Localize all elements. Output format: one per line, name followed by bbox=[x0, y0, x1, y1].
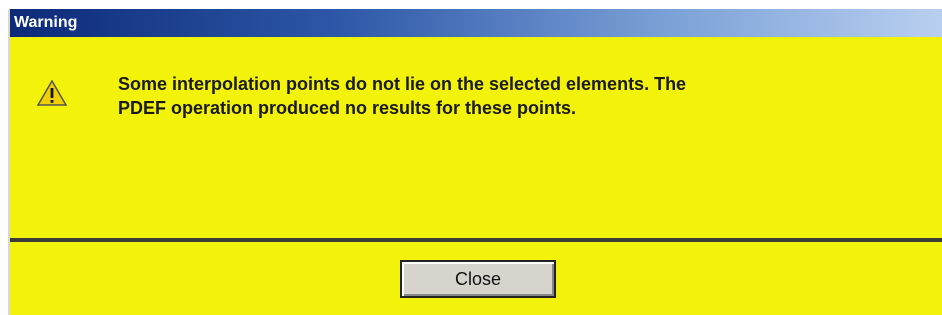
warning-dialog: Warning Some interpolation points do not… bbox=[8, 9, 942, 315]
message-line-2: PDEF operation produced no results for t… bbox=[118, 98, 577, 118]
separator bbox=[10, 238, 942, 242]
title-bar[interactable]: Warning bbox=[10, 9, 942, 37]
window-title: Warning bbox=[14, 14, 78, 31]
warning-icon bbox=[37, 80, 67, 106]
message-line-1: Some interpolation points do not lie on … bbox=[118, 74, 687, 94]
warning-message: Some interpolation points do not lie on … bbox=[118, 72, 898, 120]
close-button[interactable]: Close bbox=[400, 260, 556, 298]
